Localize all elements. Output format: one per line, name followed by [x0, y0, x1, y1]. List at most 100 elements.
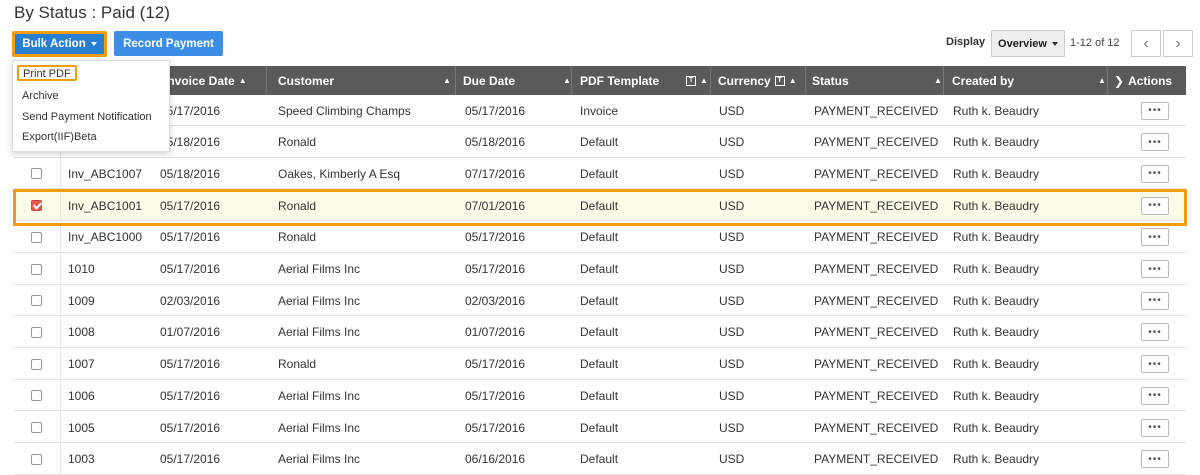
cell-due-date: 06/16/2016 — [465, 452, 526, 467]
table-row[interactable]: Inv_ABC1001 05/17/2016 Ronald 07/01/2016 Def… — [14, 190, 1186, 222]
cell-created-by: Ruth k. Beaudry — [953, 135, 1040, 150]
table-row[interactable]: Inv_ABC1000 05/17/2016 Ronald 05/17/2016 Def… — [14, 221, 1186, 253]
bulk-action-label: Bulk Action — [22, 38, 86, 50]
cell-status: PAYMENT_RECEIVED — [814, 357, 939, 372]
more-actions-button[interactable]: ••• — [1141, 450, 1169, 469]
row-checkbox[interactable] — [31, 358, 42, 370]
cell-status: PAYMENT_RECEIVED — [814, 293, 939, 308]
next-page-button[interactable]: › — [1163, 30, 1193, 57]
table-row[interactable]: 1005 05/17/2016 Aerial Films Inc 05/17/2016… — [14, 412, 1186, 443]
cell-invoice-number: 1008 — [68, 325, 95, 340]
cell-pdf-template: Invoice — [580, 103, 619, 118]
filter-icon[interactable]: T — [774, 75, 785, 86]
row-checkbox[interactable] — [31, 263, 42, 275]
sort-up-icon[interactable]: ▲ — [439, 66, 451, 95]
table-row[interactable]: 1007 05/17/2016 Ronald 05/17/2016 Default USD… — [14, 348, 1186, 380]
cell-created-by: Ruth k. Beaudry — [953, 230, 1040, 245]
more-actions-button[interactable]: ••• — [1141, 228, 1169, 247]
prev-page-button[interactable]: ‹ — [1131, 30, 1161, 57]
col-status-label: Status — [812, 73, 849, 88]
cell-customer: Aerial Films Inc — [278, 388, 361, 403]
more-actions-button[interactable]: ••• — [1141, 355, 1169, 374]
display-value: Overview — [998, 37, 1047, 50]
more-actions-button[interactable]: ••• — [1141, 323, 1169, 342]
cell-invoice-number: 1005 — [68, 420, 95, 435]
more-actions-button[interactable]: ••• — [1141, 260, 1169, 278]
row-checkbox[interactable] — [31, 231, 42, 243]
cell-status: PAYMENT_RECEIVED — [814, 452, 939, 467]
sort-up-icon[interactable]: ▲ — [559, 66, 571, 95]
cell-invoice-date: 05/17/2016 — [160, 230, 221, 245]
table-row[interactable]: 1008 01/07/2016 Aerial Films Inc 01/07/2016… — [14, 316, 1186, 348]
cell-invoice-date: 05/17/2016 — [160, 262, 221, 276]
cell-status: PAYMENT_RECEIVED — [814, 325, 939, 340]
cell-due-date: 05/17/2016 — [465, 103, 526, 118]
table-row[interactable]: 1003 05/17/2016 Aerial Films Inc 06/16/2016… — [14, 443, 1186, 475]
cell-invoice-date: 05/17/2016 — [160, 357, 221, 372]
row-checkbox[interactable] — [31, 453, 42, 465]
cell-pdf-template: Default — [580, 198, 619, 213]
filter-icon[interactable]: T ▲ — [682, 66, 708, 95]
table-row[interactable]: 05/17/2016 Speed Climbing Champs 05/17/201… — [14, 95, 1186, 126]
menu-item-export-iif[interactable]: Export(IIF)Beta — [22, 129, 97, 145]
cell-due-date: 05/17/2016 — [465, 262, 526, 276]
cell-invoice-number: 1003 — [68, 452, 95, 467]
col-status[interactable]: Status — [812, 66, 849, 95]
col-currency[interactable]: Currency T ▲ — [718, 66, 797, 95]
cell-created-by: Ruth k. Beaudry — [953, 262, 1040, 276]
menu-item-send-payment-notification[interactable]: Send Payment Notification — [22, 109, 152, 125]
cell-pdf-template: Default — [580, 135, 619, 150]
cell-invoice-number: Inv_ABC1000 — [68, 230, 143, 245]
cell-customer: Ronald — [278, 357, 317, 372]
more-actions-button[interactable]: ••• — [1141, 386, 1169, 405]
col-invoice-date-label: Invoice Date — [164, 73, 235, 88]
table-row[interactable]: 1010 05/17/2016 Aerial Films Inc 05/17/2016… — [14, 253, 1186, 285]
col-actions[interactable]: ❯ Actions — [1114, 66, 1172, 95]
cell-currency: USD — [719, 262, 745, 276]
more-actions-button[interactable]: ••• — [1141, 133, 1169, 152]
display-select[interactable]: Overview — [991, 30, 1065, 57]
table-row[interactable]: Inv_ABC1007 05/18/2016 Oakes, Kimberly A E… — [14, 158, 1186, 190]
col-pdf-template[interactable]: PDF Template — [580, 66, 659, 95]
col-customer-label: Customer — [278, 73, 335, 88]
col-due-date[interactable]: Due Date — [463, 66, 515, 95]
cell-customer: Aerial Films Inc — [278, 293, 361, 308]
sort-up-icon: ▲ — [788, 76, 797, 85]
cell-status: PAYMENT_RECEIVED — [814, 166, 939, 181]
more-actions-button[interactable]: ••• — [1141, 164, 1169, 183]
cell-customer: Aerial Films Inc — [278, 325, 361, 340]
cell-due-date: 01/07/2016 — [465, 325, 526, 340]
bulk-action-button[interactable]: Bulk Action — [15, 34, 104, 54]
record-payment-button[interactable]: Record Payment — [114, 31, 223, 56]
table-row[interactable]: 1006 05/17/2016 Aerial Films Inc 05/17/2016… — [14, 380, 1186, 412]
more-actions-button[interactable]: ••• — [1141, 196, 1169, 215]
cell-invoice-date: 05/17/2016 — [160, 388, 221, 403]
sort-up-icon[interactable]: ▲ — [1094, 66, 1106, 95]
col-invoice-date[interactable]: Invoice Date ▲ — [164, 66, 247, 95]
cell-created-by: Ruth k. Beaudry — [953, 452, 1040, 467]
row-checkbox[interactable] — [31, 200, 42, 212]
col-customer[interactable]: Customer — [278, 66, 334, 95]
sort-up-icon[interactable]: ▲ — [930, 66, 942, 95]
more-actions-button[interactable]: ••• — [1141, 291, 1169, 310]
row-checkbox[interactable] — [31, 326, 42, 338]
col-created-by[interactable]: Created by — [952, 66, 1014, 95]
cell-invoice-date: 05/18/2016 — [160, 166, 221, 181]
cell-created-by: Ruth k. Beaudry — [953, 166, 1040, 181]
menu-item-print-pdf[interactable]: Print PDF — [17, 65, 77, 81]
table-row[interactable]: 05/18/2016 Ronald 05/18/2016 Default USD PAYM… — [14, 126, 1186, 158]
more-actions-button[interactable]: ••• — [1141, 101, 1169, 120]
col-actions-label: Actions — [1128, 73, 1173, 88]
cell-pdf-template: Default — [580, 357, 619, 372]
table-row[interactable]: 1009 02/03/2016 Aerial Films Inc 02/03/2016… — [14, 285, 1186, 317]
row-checkbox[interactable] — [31, 168, 42, 180]
row-checkbox[interactable] — [31, 390, 42, 402]
cell-created-by: Ruth k. Beaudry — [953, 198, 1040, 213]
col-created-by-label: Created by — [952, 73, 1015, 88]
row-checkbox[interactable] — [31, 422, 42, 433]
menu-item-archive[interactable]: Archive — [22, 88, 59, 104]
cell-due-date: 05/17/2016 — [465, 357, 526, 372]
cell-currency: USD — [719, 293, 745, 308]
more-actions-button[interactable]: ••• — [1141, 418, 1169, 437]
row-checkbox[interactable] — [31, 295, 42, 307]
